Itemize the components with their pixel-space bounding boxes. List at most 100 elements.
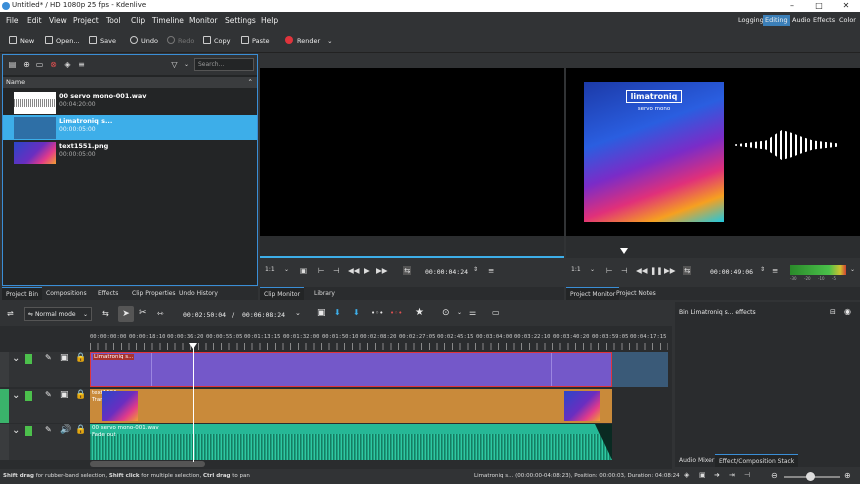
tab-clip-properties[interactable]: Clip Properties: [128, 287, 180, 300]
tab-audio-mixer[interactable]: Audio Mixer: [675, 454, 718, 467]
extract-icon[interactable]: •◦•: [390, 309, 402, 317]
eye-icon[interactable]: ◉: [844, 307, 851, 316]
tab-effect-stack[interactable]: Effect/Composition Stack: [715, 454, 799, 467]
slip-tool-icon[interactable]: ⇿: [157, 309, 164, 318]
tag-icon[interactable]: ◈: [63, 60, 72, 69]
chevron-down-icon[interactable]: ⌄: [457, 309, 462, 316]
forward-icon[interactable]: ▶▶: [376, 266, 388, 275]
clip-monitor-video[interactable]: [260, 68, 564, 236]
set-out-icon[interactable]: ⊣: [333, 266, 340, 275]
clip-title-limatroniq[interactable]: Limatroniq s...: [90, 352, 612, 387]
collapse-track-icon[interactable]: ⌄: [12, 425, 20, 436]
hide-track-icon[interactable]: ▣: [60, 353, 69, 363]
tab-effects[interactable]: Effects: [94, 287, 122, 300]
loop-icon[interactable]: ⇆: [683, 266, 692, 275]
open-button[interactable]: Open...: [45, 36, 80, 45]
layout-effects[interactable]: Effects: [811, 15, 837, 26]
tab-library[interactable]: Library: [310, 287, 339, 300]
fullscreen-icon[interactable]: ▣: [300, 266, 307, 275]
lock-icon[interactable]: 🔒: [75, 425, 86, 435]
menu-file[interactable]: File: [6, 16, 19, 25]
close-button[interactable]: ✕: [833, 0, 859, 12]
undo-button[interactable]: Undo: [130, 36, 158, 45]
menu-timeline[interactable]: Timeline: [152, 16, 184, 25]
bin-item-title-clip[interactable]: Limatroniq s... 00:00:05:00: [3, 115, 257, 140]
loop-icon[interactable]: ⇆: [403, 266, 412, 275]
favorite-icon[interactable]: ★: [415, 307, 424, 318]
lock-icon[interactable]: 🔒: [75, 390, 86, 400]
set-in-icon[interactable]: ⊢: [606, 266, 613, 275]
film-icon[interactable]: ▣: [699, 471, 706, 479]
menu-project[interactable]: Project: [73, 16, 99, 25]
hide-track-icon[interactable]: ▣: [60, 390, 69, 400]
ripple-icon[interactable]: ⇥: [729, 471, 735, 479]
bin-item-audio[interactable]: 00 servo mono-001.wav 00:04:20:00: [3, 90, 257, 115]
collapse-track-icon[interactable]: ⌄: [12, 353, 20, 364]
timecode-spin-icon[interactable]: ⇕: [473, 266, 478, 273]
set-out-icon[interactable]: ⊣: [621, 266, 628, 275]
delete-icon[interactable]: ⊗: [49, 60, 58, 69]
clip-image-text1551[interactable]: text1551.png Transform: [90, 389, 612, 423]
menu-view[interactable]: View: [49, 16, 67, 25]
forward-icon[interactable]: ▶▶: [664, 266, 676, 275]
effects-icon[interactable]: ✎: [45, 353, 52, 362]
menu-icon[interactable]: ≡: [488, 266, 494, 275]
menu-edit[interactable]: Edit: [27, 16, 42, 25]
timeline-scrollbar[interactable]: [90, 461, 205, 467]
menu-settings[interactable]: Settings: [225, 16, 256, 25]
tab-compositions[interactable]: Compositions: [42, 287, 91, 300]
track-empty-area[interactable]: [612, 352, 668, 387]
timeline-view-icon[interactable]: ▭: [492, 308, 500, 317]
rewind-icon[interactable]: ◀◀: [636, 266, 648, 275]
collapse-track-icon[interactable]: ⌄: [12, 390, 20, 401]
lock-icon[interactable]: 🔒: [75, 353, 86, 363]
zoom-select[interactable]: 1:1: [265, 266, 275, 273]
project-timecode[interactable]: 00:00:49:06: [710, 268, 753, 276]
layout-audio[interactable]: Audio: [790, 15, 812, 26]
playhead-handle[interactable]: [189, 343, 197, 349]
spacer-tool-icon[interactable]: ⇆: [102, 309, 109, 318]
collapse-effects-icon[interactable]: ⊟: [830, 308, 836, 316]
pause-icon[interactable]: ❚❚: [650, 266, 663, 275]
playhead-marker[interactable]: [620, 248, 628, 254]
tab-project-notes[interactable]: Project Notes: [612, 287, 660, 300]
bin-search-input[interactable]: Search...: [194, 58, 254, 71]
layout-color[interactable]: Color: [837, 15, 858, 26]
render-button[interactable]: Render ⌄: [285, 36, 333, 45]
tab-undo-history[interactable]: Undo History: [175, 287, 222, 300]
split-icon[interactable]: ⊣: [744, 471, 750, 479]
bin-menu-icon[interactable]: ▤: [8, 60, 17, 69]
clip-timecode[interactable]: 00:00:04:24: [425, 268, 468, 276]
meter-settings-icon[interactable]: ⌄: [850, 266, 855, 273]
save-button[interactable]: Save: [89, 36, 116, 45]
mute-icon[interactable]: 🔊: [60, 425, 71, 435]
menu-monitor[interactable]: Monitor: [189, 16, 218, 25]
layout-editing[interactable]: Editing: [763, 15, 790, 26]
effects-icon[interactable]: ✎: [45, 425, 52, 434]
tab-project-bin[interactable]: Project Bin: [2, 287, 43, 300]
paste-button[interactable]: Paste: [241, 36, 270, 45]
arrow-icon[interactable]: ➜: [714, 471, 720, 479]
play-icon[interactable]: ▶: [364, 266, 370, 275]
timecode-spin-icon[interactable]: ⇕: [760, 266, 765, 273]
redo-button[interactable]: Redo: [167, 36, 194, 45]
track-menu-icon[interactable]: ⇌: [7, 309, 14, 318]
add-clip-icon[interactable]: ⊕: [22, 60, 31, 69]
menu-clip[interactable]: Clip: [131, 16, 145, 25]
timeline-ruler[interactable]: 00:00:00:00 00:00:18:10 00:00:36:20 00:0…: [90, 332, 668, 350]
bin-column-header[interactable]: Name ⌃: [3, 77, 257, 88]
set-in-icon[interactable]: ⊢: [318, 266, 325, 275]
overwrite-icon[interactable]: ⬇: [353, 308, 360, 317]
track-target-icon[interactable]: [25, 391, 32, 401]
project-monitor-ruler[interactable]: [566, 236, 860, 258]
select-tool-icon[interactable]: ➤: [118, 306, 134, 322]
chevron-down-icon[interactable]: ⌄: [284, 266, 289, 273]
timeline-playhead[interactable]: [193, 346, 194, 462]
chevron-down-icon[interactable]: ⌄: [295, 309, 301, 317]
menu-tool[interactable]: Tool: [106, 16, 121, 25]
maximize-button[interactable]: □: [806, 0, 832, 12]
chevron-down-icon[interactable]: ⌄: [590, 266, 595, 273]
filter-chevron-icon[interactable]: ⌄: [182, 60, 191, 69]
layout-logging[interactable]: Logging: [736, 15, 766, 26]
track-target-icon[interactable]: [25, 426, 32, 436]
